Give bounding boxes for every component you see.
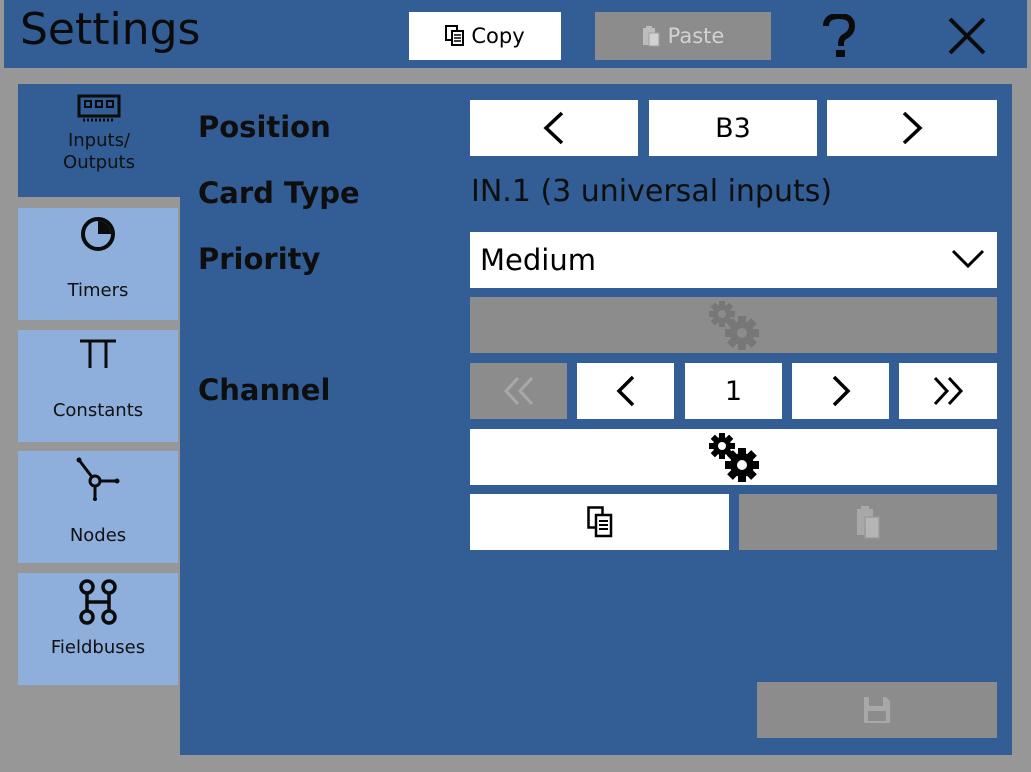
chevron-down-icon xyxy=(951,248,985,270)
help-icon xyxy=(822,14,856,58)
close-icon xyxy=(947,16,987,56)
priority-label: Priority xyxy=(198,242,321,276)
copy-icon xyxy=(586,506,613,538)
chevron-left-icon xyxy=(615,374,637,408)
position-prev-button[interactable] xyxy=(470,100,638,156)
sidebar-item-label: Constants xyxy=(52,400,144,421)
channel-copy-button[interactable] xyxy=(470,494,729,550)
gears-icon xyxy=(708,432,760,482)
paste-icon xyxy=(856,505,880,539)
sidebar-item-nodes[interactable]: Nodes xyxy=(18,451,178,563)
paste-button-label: Paste xyxy=(667,24,725,48)
position-next-button[interactable] xyxy=(827,100,997,156)
save-icon xyxy=(862,695,892,725)
channel-settings-button[interactable] xyxy=(470,429,997,485)
channel-prev-button[interactable] xyxy=(577,363,674,419)
sidebar-item-label: Timers xyxy=(67,280,129,301)
chevron-right-icon xyxy=(830,374,852,408)
copy-icon xyxy=(445,25,465,47)
help-button[interactable] xyxy=(804,8,874,64)
sidebar-item-fieldbuses[interactable]: Fieldbuses xyxy=(18,573,178,685)
channel-value: 1 xyxy=(685,363,782,419)
io-card-icon xyxy=(77,94,121,124)
save-button[interactable] xyxy=(757,682,997,738)
channel-last-button[interactable] xyxy=(899,363,997,419)
node-icon xyxy=(76,457,120,501)
position-label: Position xyxy=(198,110,331,144)
card-type-label: Card Type xyxy=(198,176,360,210)
sidebar-item-inputs-outputs[interactable]: Inputs/ Outputs xyxy=(18,84,180,197)
priority-selected-value: Medium xyxy=(480,243,596,277)
title-bar: Settings Copy Paste xyxy=(4,0,1027,68)
channel-paste-button[interactable] xyxy=(739,494,997,550)
pi-icon xyxy=(78,338,118,370)
paste-icon xyxy=(642,25,660,47)
copy-button-label: Copy xyxy=(471,24,525,48)
sidebar-item-constants[interactable]: Constants xyxy=(18,330,178,442)
chevron-left-icon xyxy=(542,110,566,146)
sidebar-item-label: Fieldbuses xyxy=(50,637,146,658)
timer-icon xyxy=(80,216,116,252)
double-chevron-left-icon xyxy=(502,376,536,406)
close-button[interactable] xyxy=(932,8,1002,64)
sidebar-item-timers[interactable]: Timers xyxy=(18,208,178,320)
chevron-right-icon xyxy=(900,110,924,146)
sidebar-item-label: Nodes xyxy=(69,525,127,546)
paste-button[interactable]: Paste xyxy=(595,12,771,60)
copy-button[interactable]: Copy xyxy=(409,12,561,60)
channel-label: Channel xyxy=(198,373,331,407)
channel-first-button[interactable] xyxy=(470,363,567,419)
gears-icon xyxy=(708,300,760,350)
page-title: Settings xyxy=(20,4,201,55)
priority-select[interactable]: Medium xyxy=(470,232,997,288)
sidebar-item-label: Inputs/ Outputs xyxy=(63,130,135,173)
double-chevron-right-icon xyxy=(931,376,965,406)
card-settings-button[interactable] xyxy=(470,297,997,353)
position-value: B3 xyxy=(649,100,817,156)
card-type-value: IN.1 (3 universal inputs) xyxy=(471,174,833,209)
fieldbus-icon xyxy=(76,579,120,625)
channel-next-button[interactable] xyxy=(792,363,889,419)
